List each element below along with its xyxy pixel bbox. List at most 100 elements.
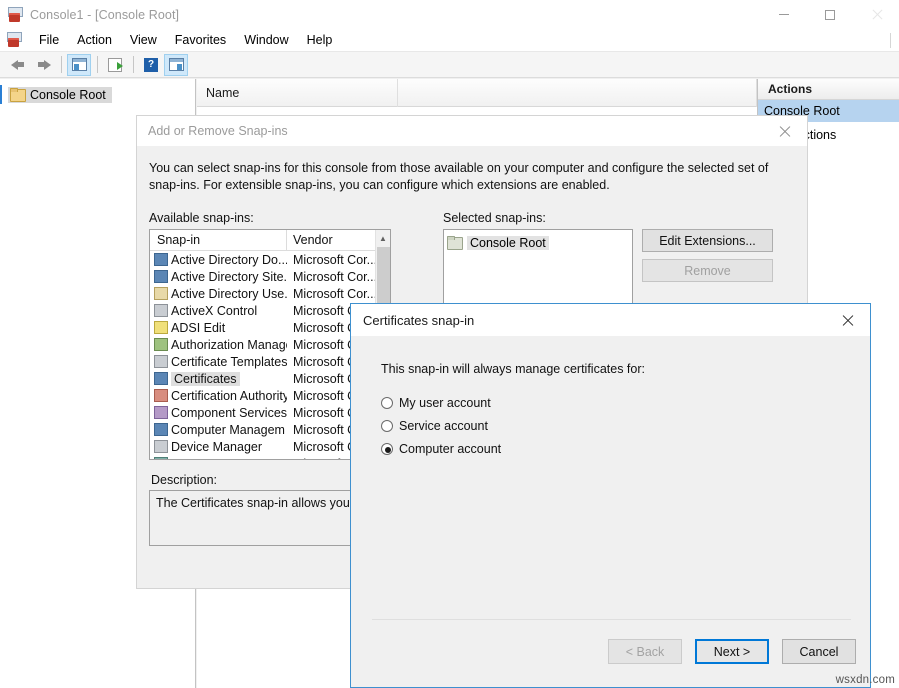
radio-option-computer-account[interactable]: Computer account <box>381 437 870 460</box>
snapin-name-label: ADSI Edit <box>171 320 226 335</box>
snapin-icon <box>154 287 168 300</box>
snapin-name-label: Authorization Manager <box>171 337 287 352</box>
snapin-name-cell: Certificate Templates <box>150 355 287 369</box>
cert-dialog-title: Certificates snap-in <box>351 304 870 336</box>
available-snapin-row[interactable]: Active Directory Do... Microsoft Cor... <box>150 251 390 268</box>
close-button[interactable] <box>853 0 899 29</box>
tree-item-console-root-selection: Console Root <box>8 86 112 103</box>
folder-icon <box>10 88 26 102</box>
selected-snapin-row[interactable]: Console Root <box>447 234 629 251</box>
menu-item-view[interactable]: View <box>121 30 166 50</box>
snapin-name-label: Active Directory Site... <box>171 269 287 284</box>
close-icon <box>779 125 791 137</box>
snapin-icon <box>154 423 168 436</box>
help-button[interactable]: ? <box>139 54 163 76</box>
menu-item-window[interactable]: Window <box>235 30 297 50</box>
close-icon <box>842 314 854 326</box>
export-list-button[interactable] <box>103 54 127 76</box>
edit-extensions-button[interactable]: Edit Extensions... <box>642 229 773 252</box>
snapin-icon <box>154 270 168 283</box>
show-hide-console-tree-icon <box>71 58 87 71</box>
certificates-snapin-dialog: Certificates snap-in This snap-in will a… <box>350 303 871 688</box>
available-snapins-label: Available snap-ins: <box>149 211 254 225</box>
cert-account-radio-group: My user account Service account Computer a… <box>381 391 870 460</box>
snapin-name-cell: ActiveX Control <box>150 304 287 318</box>
next-button[interactable]: Next > <box>695 639 769 664</box>
snapin-name-cell: Authorization Manager <box>150 338 287 352</box>
actions-panel-header: Actions <box>758 79 899 100</box>
maximize-icon <box>825 9 835 20</box>
snapin-icon <box>154 253 168 266</box>
snapin-name-label: Device Manager <box>171 439 263 454</box>
tree-selection-indicator <box>0 85 2 104</box>
tree-item-label: Console Root <box>30 87 106 102</box>
snapin-name-cell: Component Services <box>150 406 287 420</box>
snapin-name-label: Active Directory Use... <box>171 286 287 301</box>
snapin-name-label: Certificate Templates <box>171 354 287 369</box>
minimize-button[interactable] <box>761 0 807 29</box>
window-controls <box>761 0 899 29</box>
show-hide-action-pane-button[interactable] <box>164 53 188 76</box>
available-snapin-row[interactable]: Active Directory Site... Microsoft Cor... <box>150 268 390 285</box>
menu-item-help[interactable]: Help <box>298 30 342 50</box>
snapin-icon <box>154 338 168 351</box>
scroll-up-icon[interactable]: ▲ <box>376 230 390 246</box>
cancel-button[interactable]: Cancel <box>782 639 856 664</box>
forward-icon <box>36 58 51 71</box>
snapin-name-label: Computer Managem <box>171 422 285 437</box>
menu-item-action[interactable]: Action <box>68 30 121 50</box>
snapin-name-label: DFS Management <box>171 457 272 460</box>
cert-dialog-close-button[interactable] <box>825 304 870 336</box>
show-hide-console-tree-button[interactable] <box>67 53 91 76</box>
cert-question-text: This snap-in will always manage certific… <box>381 362 645 376</box>
snapin-name-label: ActiveX Control <box>171 303 258 318</box>
column-header-blank[interactable] <box>398 78 757 107</box>
toolbar-separator-1 <box>61 56 62 73</box>
menu-item-file[interactable]: File <box>30 30 68 50</box>
available-snapin-row[interactable]: Active Directory Use... Microsoft Cor... <box>150 285 390 302</box>
back-icon <box>10 58 26 71</box>
snapin-icon <box>154 406 168 419</box>
tree-item-console-root[interactable]: Console Root <box>0 85 195 104</box>
toolbar: ? <box>0 52 899 78</box>
snapin-name-label: Certificates <box>171 371 240 386</box>
maximize-button[interactable] <box>807 0 853 29</box>
selected-snapins-label: Selected snap-ins: <box>443 211 546 225</box>
snapin-name-label: Component Services <box>171 405 287 420</box>
radio-button[interactable] <box>381 419 393 432</box>
snapin-name-cell: Active Directory Use... <box>150 287 287 301</box>
column-header-name[interactable]: Name <box>197 78 398 107</box>
column-header-snapin[interactable]: Snap-in <box>150 230 287 251</box>
snapin-icon <box>154 440 168 453</box>
cert-dialog-body: This snap-in will always manage certific… <box>351 336 870 460</box>
footer-separator <box>372 619 851 620</box>
mmc-console-icon <box>7 6 23 23</box>
back-button[interactable] <box>6 54 30 76</box>
radio-label: Service account <box>399 418 488 433</box>
snapin-name-cell: DFS Management <box>150 457 287 460</box>
radio-label: My user account <box>399 395 491 410</box>
radio-button[interactable] <box>381 396 393 409</box>
snapin-name-cell: Device Manager <box>150 440 287 454</box>
snapin-name-cell: Computer Managem <box>150 423 287 437</box>
snapin-name-label: Certification Authority <box>171 388 287 403</box>
show-hide-action-pane-icon <box>168 58 184 71</box>
close-icon <box>871 9 882 20</box>
folder-icon <box>447 236 463 250</box>
radio-button[interactable] <box>381 442 393 455</box>
minimize-icon <box>779 14 789 15</box>
snapin-name-cell: Certificates <box>150 371 287 386</box>
radio-option-my-user-account[interactable]: My user account <box>381 391 870 414</box>
radio-option-service-account[interactable]: Service account <box>381 414 870 437</box>
mmc-console-small-icon <box>6 32 22 48</box>
menubar: File Action View Favorites Window Help <box>0 29 899 52</box>
toolbar-separator-2 <box>97 56 98 73</box>
snapin-name-label: Active Directory Do... <box>171 252 287 267</box>
cert-dialog-footer: < Back Next > Cancel <box>351 619 870 687</box>
snapins-dialog-close-button[interactable] <box>763 116 807 146</box>
scrollbar-thumb[interactable] <box>377 247 390 310</box>
forward-button[interactable] <box>31 54 55 76</box>
selected-snapin-label: Console Root <box>467 235 549 250</box>
mmc-application-window: Console1 - [Console Root] File Action Vi… <box>0 0 899 688</box>
menu-item-favorites[interactable]: Favorites <box>166 30 235 50</box>
